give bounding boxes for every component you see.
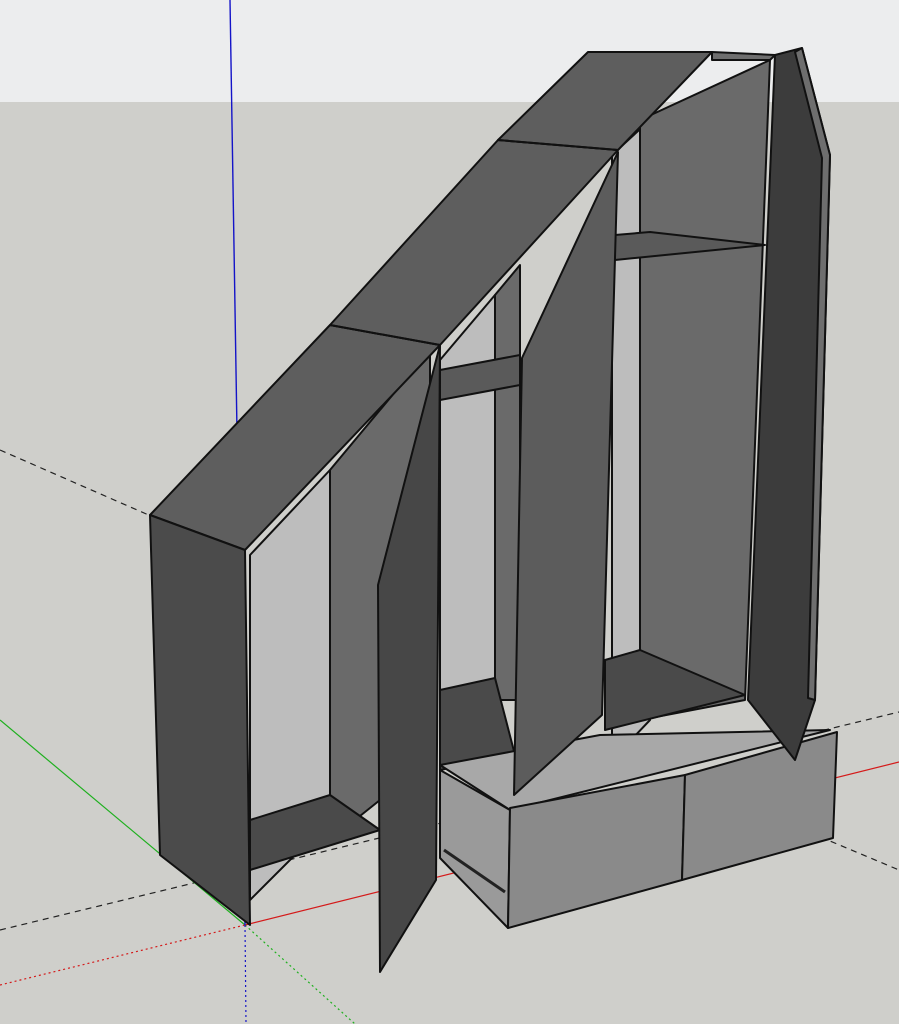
3d-scene-canvas[interactable] [0,0,899,1024]
modeling-viewport[interactable] [0,0,899,1024]
